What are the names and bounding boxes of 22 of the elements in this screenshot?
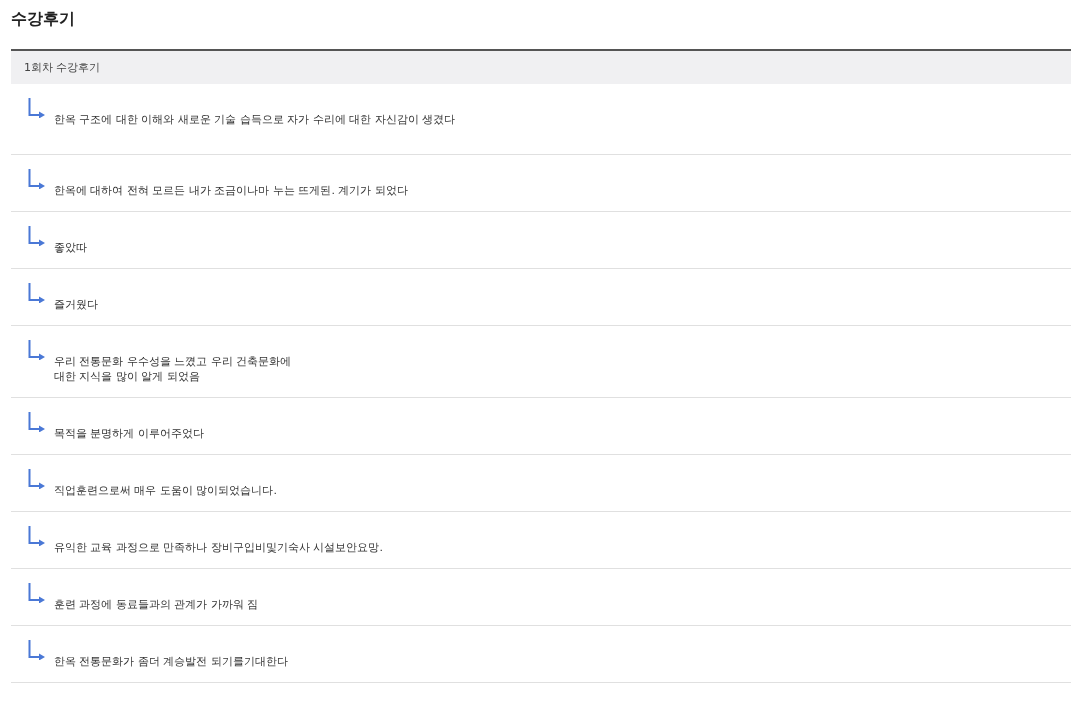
reply-arrow-icon: [28, 583, 45, 603]
reply-arrow-icon: [28, 412, 45, 432]
page-title: 수강후기: [11, 8, 76, 30]
reply-arrow-icon: [28, 340, 45, 360]
review-text: 직업훈련으로써 매우 도움이 많이되었습니다.: [54, 483, 277, 498]
review-text: 즐거웠다: [54, 297, 98, 312]
reply-arrow-icon: [28, 526, 45, 546]
review-text: 목적을 분명하게 이루어주었다: [54, 426, 204, 441]
reply-arrow-icon: [28, 169, 45, 189]
review-text: 한옥 전통문화가 좀더 계승발전 되기를기대한다: [54, 654, 288, 669]
section-header: 1회차 수강후기: [11, 51, 1071, 84]
review-text: 한옥 구조에 대한 이해와 새로운 기술 습득으로 자가 수리에 대한 자신감이 생겼다: [54, 112, 456, 127]
reply-arrow-icon: [28, 226, 45, 246]
review-text: 한옥에 대하여 전혀 모르든 내가 조금이나마 누는 뜨게된. 계기가 되었다: [54, 183, 408, 198]
reply-arrow-icon: [28, 98, 45, 118]
review-text: 우리 전통문화 우수성을 느꼈고 우리 건축문화에 대한 지식을 많이 알게 되었음: [54, 354, 292, 384]
reply-arrow-icon: [28, 283, 45, 303]
review-text: 좋았따: [54, 240, 87, 255]
reply-arrow-icon: [28, 640, 45, 660]
review-text: 유익한 교육 과정으로 만족하나 장비구입비및기숙사 시설보안요망.: [54, 540, 383, 555]
review-text: 훈련 과정에 동료들과의 관계가 가까워 짐: [54, 597, 259, 612]
reply-arrow-icon: [28, 469, 45, 489]
